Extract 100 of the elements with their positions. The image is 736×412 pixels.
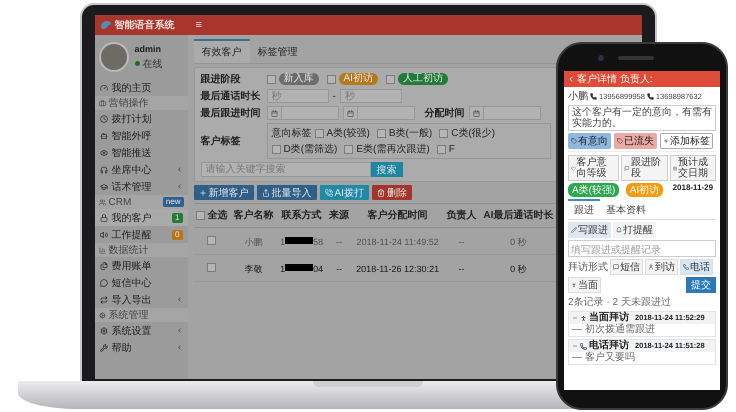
phone-number-end: 58 <box>313 236 324 246</box>
speaker-icon <box>100 230 108 238</box>
sidebar-item[interactable]: 坐席中心 <box>94 161 188 178</box>
column-header: 联系方式 <box>282 210 322 222</box>
table-cell: -- <box>336 236 342 246</box>
visit-type-button[interactable]: 电话 <box>680 259 713 275</box>
checkbox[interactable] <box>196 210 206 220</box>
search-button[interactable]: 搜索 <box>370 162 402 177</box>
graduation-cap-icon <box>100 182 108 190</box>
sidebar-item[interactable]: 我的客户 1 <box>94 209 188 226</box>
filter-label: 跟进阶段 <box>200 72 242 86</box>
note-text-area[interactable]: 这个客户有一定的意向，有需有实能力的。 <box>568 105 716 131</box>
sidebar-item[interactable]: 系统设置 <box>94 322 188 339</box>
checkbox[interactable] <box>266 74 276 84</box>
sidebar-item[interactable]: 导入导出 <box>94 291 188 308</box>
collapse-icon[interactable] <box>572 343 578 349</box>
menu-label: 帮助 <box>112 342 132 354</box>
headphones-icon <box>100 166 108 174</box>
add-tag-button[interactable]: 添加标签 <box>660 133 713 149</box>
checkbox[interactable] <box>436 144 446 154</box>
action-button[interactable]: 新增客户 <box>194 185 254 200</box>
checkbox[interactable] <box>326 74 336 84</box>
action-button[interactable]: 批量导入 <box>256 185 316 200</box>
redaction-bar <box>285 264 314 271</box>
sidebar-item[interactable]: 我的主页 <box>94 79 188 96</box>
section-title: 系统管理 <box>108 308 150 322</box>
input-field[interactable]: 秒 <box>266 89 328 103</box>
bar-chart-icon <box>98 246 106 254</box>
checkbox[interactable] <box>272 144 280 154</box>
status-badge: AI初访 <box>626 183 664 197</box>
tab[interactable]: 跟进 <box>568 199 600 219</box>
input-field[interactable]: 秒 <box>340 89 402 103</box>
visit-type-button[interactable]: 当面 <box>568 277 601 293</box>
section-title: CRM <box>108 196 132 208</box>
plus-icon <box>198 188 206 196</box>
stage-badge: 新入库 <box>278 73 318 85</box>
record-input-field[interactable]: 填写跟进或提醒记录 <box>568 240 716 257</box>
field-button[interactable]: 预计成交日期 <box>670 155 716 181</box>
search-field[interactable]: 请输入关键字搜索 <box>200 162 370 177</box>
date-field[interactable] <box>468 106 540 120</box>
option-label: A类(较强) <box>326 126 370 140</box>
lock-icon <box>100 214 108 222</box>
table-cell: -- <box>458 236 464 246</box>
sidebar-item[interactable]: 拨打计划 <box>94 110 188 127</box>
checkbox[interactable] <box>207 262 216 272</box>
filter-label: 最后通话时长 <box>200 90 262 103</box>
visit-type-button[interactable]: 到访 <box>645 259 678 275</box>
sidebar-item[interactable]: 智能推送 <box>94 144 188 161</box>
bell-icon <box>616 227 622 233</box>
checkbox[interactable] <box>314 128 324 138</box>
sidebar-item[interactable]: 工作提醒 0 <box>94 226 188 243</box>
cog-icon <box>98 312 106 318</box>
menu-toggle[interactable]: ≡ <box>196 19 202 31</box>
table-cell: 0 秒 <box>510 264 527 274</box>
table-cell: 0 秒 <box>510 236 527 246</box>
robot-icon <box>100 132 108 140</box>
date-field[interactable] <box>266 106 338 120</box>
record-type: 电话拜访 <box>589 340 629 352</box>
sidebar-item[interactable]: 帮助 <box>94 339 188 356</box>
field-button[interactable]: 跟进阶段 <box>621 155 668 181</box>
sub-tab[interactable]: 打提醒 <box>613 222 656 238</box>
checkbox[interactable] <box>207 236 216 244</box>
tab[interactable]: 基本资料 <box>600 199 652 219</box>
collapse-icon[interactable] <box>572 315 578 321</box>
files-icon <box>100 262 108 270</box>
field-button[interactable]: 客户意向等级 <box>568 155 620 181</box>
column-header: AI最后通话时长 <box>483 210 554 222</box>
action-button[interactable]: AI拨打 <box>320 185 369 200</box>
action-button[interactable]: 删除 <box>372 185 412 200</box>
record-summary: 2条记录 · 2 天未跟进过 <box>568 296 672 309</box>
checkbox[interactable] <box>386 74 395 84</box>
sidebar-item[interactable]: 智能外呼 <box>94 127 188 144</box>
tag-chip[interactable]: 有意向 <box>568 133 611 149</box>
submit-button[interactable]: 提交 <box>686 277 716 293</box>
phone-number-start: 1 <box>280 264 286 274</box>
tab[interactable]: 有效客户 <box>194 39 250 63</box>
table-cell: -- <box>336 264 342 274</box>
tag-chip[interactable]: 已流失 <box>614 133 657 149</box>
checkbox[interactable] <box>376 128 386 138</box>
sidebar-item[interactable]: 话术管理 <box>94 178 188 195</box>
sub-tab[interactable]: 写跟进 <box>568 222 611 238</box>
person-standing-icon <box>571 282 577 288</box>
share-icon <box>262 188 270 196</box>
back-icon[interactable] <box>567 75 575 83</box>
checkbox[interactable] <box>439 128 448 138</box>
visit-type-label: 拜访形式 <box>568 260 608 274</box>
sidebar-item[interactable]: 短信中心 <box>94 274 188 291</box>
stage-badge: AI初访 <box>338 73 378 85</box>
visit-type-button[interactable]: 短信 <box>610 259 643 275</box>
plus-icon <box>663 138 669 144</box>
menu-label: 智能外呼 <box>112 130 152 142</box>
tab[interactable]: 标签管理 <box>250 39 306 63</box>
phone-icon <box>646 92 654 100</box>
date-field[interactable] <box>342 106 414 120</box>
checkbox[interactable] <box>344 144 354 154</box>
sidebar-item[interactable]: 费用账单 <box>94 257 188 274</box>
speaker-icon <box>618 56 654 60</box>
calendar-icon <box>472 110 480 116</box>
wrench-icon <box>100 344 108 352</box>
menu-label: 我的客户 <box>112 212 152 224</box>
